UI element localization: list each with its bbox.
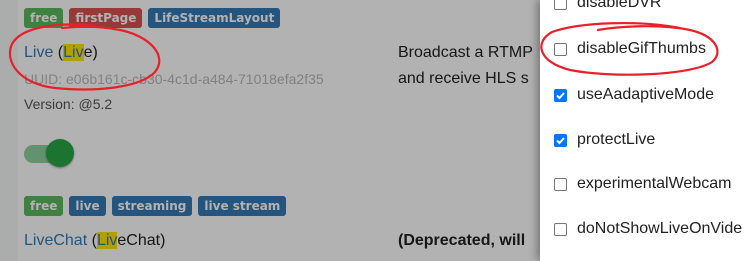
- tag-free[interactable]: free: [24, 8, 64, 28]
- tag-firstpage[interactable]: firstPage: [69, 8, 143, 28]
- live-description-line2: and receive HLS s: [398, 70, 529, 87]
- check-icon: [556, 91, 565, 99]
- livechat-description: (Deprecated, will: [398, 232, 526, 249]
- live-title-highlight: Liv: [63, 44, 84, 61]
- option-label: doNotShowLiveOnVide: [577, 220, 743, 237]
- live-title-text: Live: [24, 44, 54, 61]
- tag-live[interactable]: live: [69, 196, 106, 216]
- option-useaadaptivemode[interactable]: useAadaptiveMode: [554, 84, 714, 106]
- checkbox-protectlive[interactable]: [554, 133, 567, 147]
- option-label: experimentalWebcam: [577, 175, 732, 192]
- checkbox-disablegifthumbs[interactable]: [554, 42, 567, 56]
- tag-live-stream[interactable]: live stream: [198, 196, 287, 216]
- checkbox-experimentalwebcam[interactable]: [554, 177, 567, 191]
- livechat-tags: free live streaming live stream: [24, 196, 287, 216]
- checkbox-donotshowliveonvide[interactable]: [554, 222, 567, 236]
- livechat-title[interactable]: LiveChat (LiveChat): [24, 232, 165, 250]
- live-enable-toggle[interactable]: [22, 139, 76, 167]
- livechat-title-highlight: Liv: [96, 232, 118, 249]
- toggle-knob: [46, 139, 74, 167]
- tag-free[interactable]: free: [24, 196, 64, 216]
- option-label: disableGifThumbs: [577, 40, 706, 57]
- check-icon: [556, 136, 565, 144]
- option-disablegifthumbs[interactable]: disableGifThumbs: [554, 38, 706, 60]
- checkbox-useaadaptivemode[interactable]: [554, 88, 567, 102]
- option-label: disableDVR: [577, 0, 662, 11]
- tag-lifestreamlayout[interactable]: LifeStreamLayout: [148, 8, 281, 28]
- live-title[interactable]: Live (Live): [24, 44, 98, 62]
- tag-streaming[interactable]: streaming: [111, 196, 193, 216]
- option-label: useAadaptiveMode: [577, 86, 714, 103]
- livechat-title-open: (: [87, 232, 97, 249]
- live-version: Version: @5.2: [24, 96, 113, 112]
- live-description-line1: Broadcast a RTMP: [398, 44, 533, 61]
- live-uuid: UUID: e06b161c-cb30-4c1d-a484-71018efa2f…: [24, 71, 324, 87]
- options-panel: disableDVR disableGifThumbs useAadaptive…: [540, 0, 754, 261]
- livechat-title-rest: eChat): [117, 232, 166, 249]
- live-title-rest: e): [83, 44, 98, 61]
- option-disabledvr[interactable]: disableDVR: [554, 0, 661, 14]
- live-tags: free firstPage LifeStreamLayout: [24, 8, 281, 28]
- livechat-title-text: LiveChat: [24, 232, 88, 249]
- option-protectlive[interactable]: protectLive: [554, 129, 655, 151]
- option-experimentalwebcam[interactable]: experimentalWebcam: [554, 173, 731, 195]
- checkbox-disabledvr[interactable]: [554, 0, 567, 10]
- option-label: protectLive: [577, 131, 656, 148]
- content-area: [18, 0, 558, 261]
- option-donotshowliveonvide[interactable]: doNotShowLiveOnVide: [554, 218, 742, 240]
- live-title-open: (: [53, 44, 64, 61]
